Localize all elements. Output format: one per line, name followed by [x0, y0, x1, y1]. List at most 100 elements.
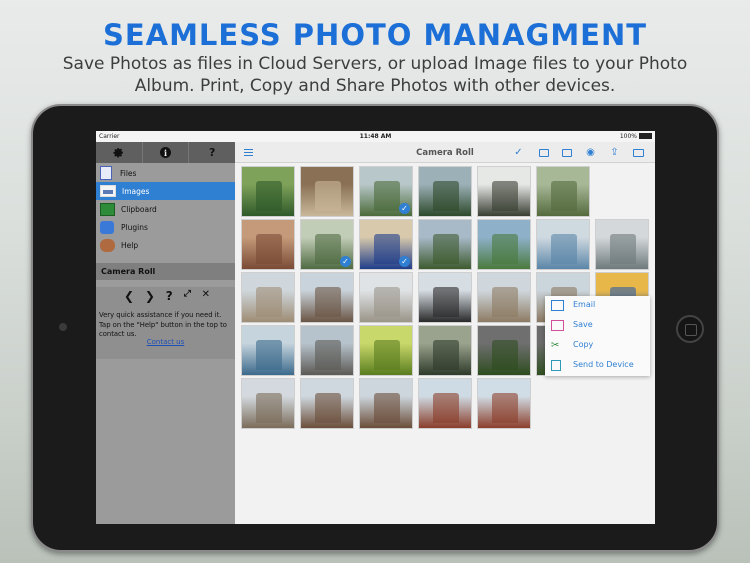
- camera-icon[interactable]: [537, 146, 550, 159]
- plugins-icon: [100, 220, 114, 234]
- sidebar-item-files[interactable]: Files: [96, 164, 235, 182]
- photo-thumbnail-palace-facade[interactable]: [359, 378, 413, 429]
- photo-content: [492, 234, 518, 264]
- photo-content: [256, 181, 282, 211]
- photo-thumbnail-garden-plants[interactable]: ✓: [300, 219, 354, 270]
- photo-content: [315, 340, 341, 370]
- section-header: Camera Roll: [96, 263, 235, 280]
- sidebar-item-clipboard[interactable]: Clipboard: [96, 200, 235, 218]
- photo-thumbnail-palace-facade[interactable]: [300, 378, 354, 429]
- sidebar-item-label: Clipboard: [121, 204, 157, 214]
- files-icon: [100, 166, 112, 180]
- headline: SEAMLESS PHOTO MANAGMENT: [102, 18, 648, 52]
- photo-thumbnail-green-leaves[interactable]: [359, 325, 413, 376]
- sidebar-item-plugins[interactable]: Plugins: [96, 218, 235, 236]
- photo-content: [551, 181, 577, 211]
- clock: 11:48 AM: [359, 133, 392, 140]
- photo-content: [433, 234, 459, 264]
- photo-thumbnail-palace[interactable]: [359, 272, 413, 323]
- send-to-device-icon: [551, 360, 561, 371]
- clipboard-icon: [100, 202, 115, 216]
- photo-content: [256, 234, 282, 264]
- images-icon: [100, 185, 116, 197]
- eye-icon[interactable]: ◉: [584, 146, 597, 159]
- battery-percent: 100%: [619, 133, 637, 140]
- photo-thumbnail-cascade[interactable]: [477, 166, 531, 217]
- home-button[interactable]: [676, 315, 704, 343]
- photo-thumbnail-horse-statue[interactable]: [418, 272, 472, 323]
- photo-thumbnail-cow[interactable]: [477, 325, 531, 376]
- help-panel: ❮ ❯ ? ⤢ ✕ Very quick assistance if you n…: [96, 287, 235, 359]
- photo-content: [551, 234, 577, 264]
- contact-us-link[interactable]: Contact us: [96, 338, 235, 346]
- photo-content: [374, 287, 400, 317]
- photo-thumbnail-church-tower[interactable]: [241, 272, 295, 323]
- photo-content: [256, 340, 282, 370]
- photo-thumbnail-lake[interactable]: [536, 219, 590, 270]
- checkmark-icon[interactable]: ✓: [512, 146, 525, 159]
- photo-thumbnail-valley-waterfall[interactable]: [418, 166, 472, 217]
- sidebar-item-help[interactable]: Help: [96, 236, 235, 254]
- main-toolbar: Camera Roll ✓ ◉ ⇪: [235, 142, 655, 163]
- print-icon[interactable]: [632, 146, 645, 159]
- selected-check-icon: ✓: [399, 203, 410, 214]
- menu-item-send-to-device[interactable]: Send to Device: [545, 356, 650, 376]
- photo-content: [374, 340, 400, 370]
- photo-thumbnail-royal-albert-hall[interactable]: [418, 378, 472, 429]
- status-bar: Carrier 11:48 AM 100%: [96, 131, 655, 142]
- photo-content: [256, 393, 282, 423]
- front-camera: [59, 323, 67, 331]
- photo-content: [315, 181, 341, 211]
- sidebar-item-label: Help: [121, 240, 139, 250]
- photo-content: [433, 340, 459, 370]
- photo-thumbnail-clock-tower[interactable]: ✓: [359, 219, 413, 270]
- question-icon[interactable]: ?: [166, 289, 173, 303]
- sidebar-nav: Files Images Clipboard Plugins Help: [96, 164, 235, 254]
- photo-thumbnail-cliff-coast[interactable]: [241, 219, 295, 270]
- photo-content: [492, 340, 518, 370]
- settings-button[interactable]: [96, 142, 143, 163]
- sidebar-item-images[interactable]: Images: [96, 182, 235, 200]
- photo-content: [256, 287, 282, 317]
- folder-icon[interactable]: [560, 146, 573, 159]
- menu-item-save[interactable]: Save: [545, 316, 650, 336]
- info-icon: i: [160, 147, 171, 158]
- photo-thumbnail-arch-monument[interactable]: [477, 272, 531, 323]
- help-controls: ❮ ❯ ? ⤢ ✕: [124, 289, 210, 303]
- photo-content: [610, 234, 636, 264]
- app-screen: Carrier 11:48 AM 100% i ? Files Images C…: [96, 131, 655, 524]
- photo-thumbnail-building[interactable]: [595, 219, 649, 270]
- menu-item-label: Save: [573, 320, 593, 329]
- battery-icon: [639, 133, 652, 139]
- photo-thumbnail-hobbit-house[interactable]: [241, 166, 295, 217]
- help-button[interactable]: ?: [189, 142, 235, 163]
- photo-thumbnail-eiffel-tower[interactable]: [300, 272, 354, 323]
- photo-thumbnail-landscape[interactable]: [536, 166, 590, 217]
- menu-item-copy[interactable]: ✂ Copy: [545, 336, 650, 356]
- close-icon[interactable]: ✕: [202, 289, 210, 303]
- share-menu: Email Save ✂ Copy Send to Device: [545, 296, 650, 376]
- email-icon: [551, 300, 564, 311]
- help-text: Very quick assistance if you need it. Ta…: [99, 311, 227, 338]
- photo-thumbnail-insect-on-sand[interactable]: [300, 166, 354, 217]
- photo-thumbnail-pier[interactable]: [300, 325, 354, 376]
- photo-thumbnail-royal-albert-hall[interactable]: [477, 378, 531, 429]
- menu-item-email[interactable]: Email: [545, 296, 650, 316]
- sidebar: i ? Files Images Clipboard Plugins Help …: [96, 142, 235, 524]
- photo-thumbnail-harbor[interactable]: [241, 325, 295, 376]
- back-icon[interactable]: ❮: [124, 289, 134, 303]
- forward-icon[interactable]: ❯: [145, 289, 155, 303]
- photo-content: [433, 181, 459, 211]
- photo-content: [492, 287, 518, 317]
- photo-thumbnail-cathedral[interactable]: [241, 378, 295, 429]
- photo-thumbnail-temple-lake[interactable]: [477, 219, 531, 270]
- share-icon[interactable]: ⇪: [608, 146, 621, 159]
- info-button[interactable]: i: [143, 142, 190, 163]
- expand-icon[interactable]: ⤢: [184, 289, 191, 303]
- photo-content: [433, 287, 459, 317]
- selected-check-icon: ✓: [340, 256, 351, 267]
- photo-thumbnail-waterfall[interactable]: ✓: [359, 166, 413, 217]
- photo-thumbnail-birdhouse[interactable]: [418, 325, 472, 376]
- gear-icon: [113, 148, 124, 158]
- photo-thumbnail-mountain-valley[interactable]: [418, 219, 472, 270]
